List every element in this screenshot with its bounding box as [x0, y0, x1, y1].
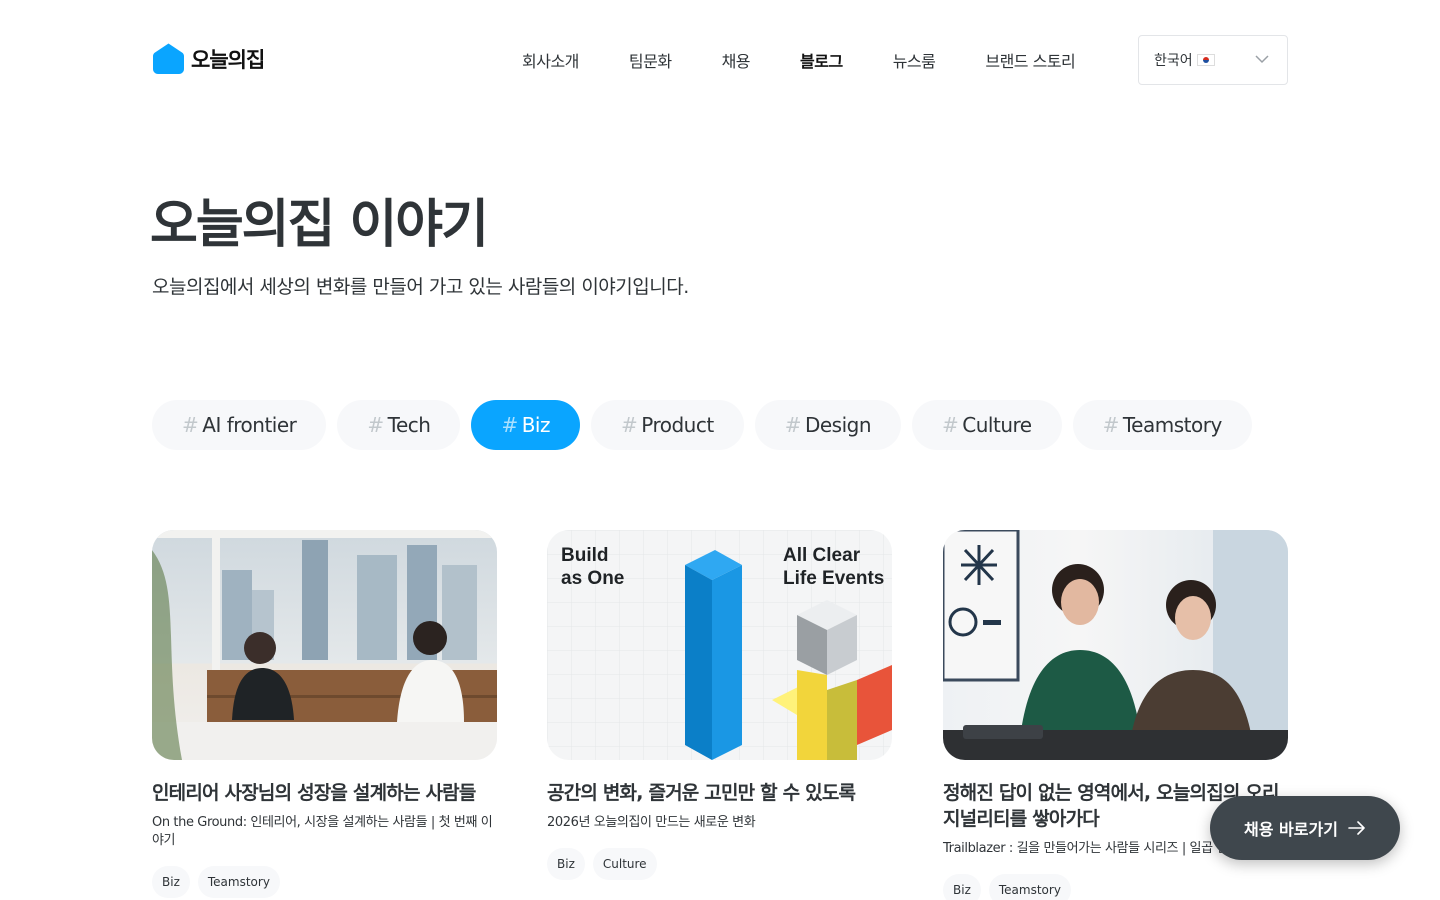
- nav-item-recruit[interactable]: 채용: [722, 48, 751, 72]
- filter-label: Design: [804, 413, 872, 437]
- filter-label: Biz: [521, 413, 551, 437]
- card-description: 2026년 오늘의집이 만드는 새로운 변화: [547, 815, 756, 830]
- card-tag[interactable]: Teamstory: [197, 866, 280, 898]
- hash-icon: #: [620, 413, 638, 437]
- category-filters: # AI frontier # Tech # Biz # Product # Design…: [152, 400, 1252, 450]
- filter-chip-teamstory[interactable]: # Teamstory: [1072, 400, 1252, 450]
- arrow-right-icon: [1348, 821, 1365, 835]
- card-tags: Biz Culture: [547, 848, 892, 880]
- brand-name: 오늘의집: [191, 47, 265, 72]
- filter-label: Product: [641, 413, 714, 437]
- card-thumbnail-meeting-photo: [152, 530, 497, 760]
- nav-item-brand-story[interactable]: 브랜드 스토리: [985, 48, 1075, 72]
- filter-label: Culture: [962, 413, 1032, 437]
- card-tag[interactable]: Teamstory: [988, 874, 1071, 900]
- card-thumbnail-blocks-illustration: Build as One All Clear Life Events: [547, 530, 892, 760]
- svg-text:Life Events: Life Events: [783, 568, 884, 589]
- card-tag[interactable]: Biz: [152, 866, 190, 898]
- nav-item-blog[interactable]: 블로그: [800, 48, 843, 72]
- svg-text:Build: Build: [561, 545, 609, 566]
- chevron-down-icon: [1255, 55, 1269, 64]
- main-nav: 회사소개 팀문화 채용 블로그 뉴스룸 브랜드 스토리: [522, 48, 1125, 72]
- card-thumbnail-interview-photo: [943, 530, 1288, 760]
- brand-logo[interactable]: 오늘의집: [152, 42, 265, 75]
- filter-chip-tech[interactable]: # Tech: [337, 400, 461, 450]
- filter-chip-ai-frontier[interactable]: # AI frontier: [152, 400, 327, 450]
- svg-text:as One: as One: [561, 568, 624, 589]
- card-tags: Biz Teamstory: [152, 866, 497, 898]
- card-title: 공간의 변화, 즐거운 고민만 할 수 있도록: [547, 782, 856, 804]
- nav-item-newsroom[interactable]: 뉴스룸: [893, 48, 936, 72]
- hash-icon: #: [1102, 413, 1120, 437]
- card-description: On the Ground: 인테리어, 시장을 설계하는 사람들 | 첫 번째…: [152, 815, 493, 848]
- card-tags: Biz Teamstory: [943, 874, 1288, 900]
- recruit-shortcut-button[interactable]: 채용 바로가기: [1210, 796, 1400, 860]
- nav-item-company[interactable]: 회사소개: [522, 48, 579, 72]
- language-select[interactable]: 한국어: [1138, 35, 1288, 85]
- hash-icon: #: [182, 413, 199, 437]
- recruit-shortcut-label: 채용 바로가기: [1244, 820, 1338, 839]
- filter-chip-product[interactable]: # Product: [590, 400, 744, 450]
- page-subtitle: 오늘의집에서 세상의 변화를 만들어 가고 있는 사람들의 이야기입니다.: [152, 276, 689, 298]
- filter-chip-culture[interactable]: # Culture: [912, 400, 1062, 450]
- hash-icon: #: [784, 413, 802, 437]
- hash-icon: #: [942, 413, 959, 437]
- house-logo-icon: [153, 43, 184, 74]
- card-title: 인테리어 사장님의 성장을 설계하는 사람들: [152, 782, 476, 804]
- language-label: 한국어: [1154, 53, 1193, 69]
- card-tag[interactable]: Culture: [592, 848, 657, 880]
- card-tag[interactable]: Biz: [943, 874, 981, 900]
- nav-item-culture[interactable]: 팀문화: [629, 48, 672, 72]
- filter-label: AI frontier: [202, 413, 297, 437]
- filter-label: Tech: [387, 413, 431, 437]
- blog-card[interactable]: 인테리어 사장님의 성장을 설계하는 사람들 On the Ground: 인테…: [152, 530, 497, 898]
- site-header: 오늘의집 회사소개 팀문화 채용 블로그 뉴스룸 브랜드 스토리 한국어: [0, 0, 1440, 120]
- filter-chip-design[interactable]: # Design: [754, 400, 902, 450]
- hash-icon: #: [501, 413, 518, 437]
- filter-label: Teamstory: [1122, 413, 1222, 437]
- filter-chip-biz[interactable]: # Biz: [471, 400, 580, 450]
- svg-text:All Clear: All Clear: [783, 545, 861, 566]
- blog-card[interactable]: Build as One All Clear Life Events 공간의 변…: [547, 530, 892, 880]
- hash-icon: #: [367, 413, 384, 437]
- card-tag[interactable]: Biz: [547, 848, 585, 880]
- flag-kr-icon: [1196, 54, 1215, 66]
- page-title: 오늘의집 이야기: [150, 195, 489, 255]
